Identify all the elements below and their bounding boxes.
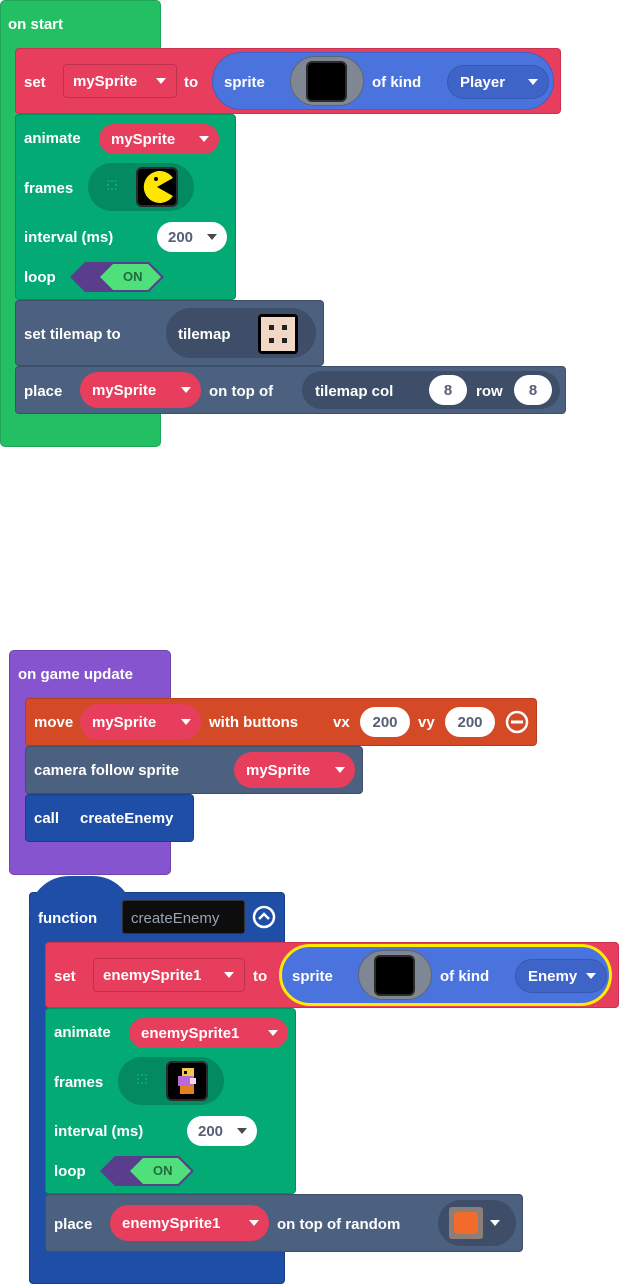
expand-icon: [137, 1074, 147, 1084]
vy-label: vy: [418, 714, 435, 731]
variable-dropdown-value: mySprite: [246, 761, 311, 779]
to-label: to: [253, 968, 268, 985]
on-top-of-label: on top of: [209, 383, 274, 400]
animate-label: animate: [24, 130, 81, 147]
kind-dropdown-value: Enemy: [528, 967, 578, 985]
animate-label: animate: [54, 1024, 111, 1041]
frames-label: frames: [24, 180, 74, 197]
with-buttons-label: with buttons: [209, 714, 299, 731]
variable-dropdown-value: mySprite: [92, 713, 157, 731]
chevron-down-icon: [156, 78, 166, 84]
tilemap-icon: [258, 314, 298, 354]
sprite-image-blank: [306, 61, 347, 102]
chevron-down-icon: [199, 136, 209, 142]
chevron-down-icon: [249, 1220, 259, 1226]
loop-toggle[interactable]: [70, 262, 164, 292]
on-top-of-random-label: on top of random: [277, 1216, 401, 1233]
chevron-down-icon: [207, 234, 217, 240]
variable-dropdown-enemysprite1[interactable]: enemySprite1: [93, 958, 245, 992]
kind-dropdown-enemy[interactable]: Enemy: [515, 959, 607, 993]
function-label: function: [38, 910, 98, 927]
place-label: place: [24, 383, 63, 400]
loop-toggle-value: ON: [153, 1163, 173, 1178]
kind-dropdown-value: Player: [460, 73, 506, 91]
call-function-name: createEnemy: [80, 810, 174, 827]
enemy-animation-frame: [166, 1061, 208, 1101]
chevron-down-icon: [268, 1030, 278, 1036]
variable-dropdown-value: mySprite: [92, 381, 157, 399]
move-label: move: [34, 714, 74, 731]
set-tilemap-label: set tilemap to: [24, 326, 121, 343]
pacman-icon: [143, 171, 173, 203]
variable-dropdown-enemysprite1[interactable]: enemySprite1: [129, 1018, 288, 1048]
remove-circle-icon[interactable]: [505, 710, 529, 734]
loop-label: loop: [54, 1163, 86, 1180]
row-input[interactable]: 8: [514, 375, 552, 405]
variable-dropdown-mysprite[interactable]: mySprite: [80, 372, 201, 408]
chevron-down-icon: [181, 719, 191, 725]
of-kind-label: of kind: [440, 968, 490, 985]
to-label: to: [184, 74, 199, 91]
interval-dropdown[interactable]: 200: [187, 1116, 257, 1146]
variable-dropdown-mysprite[interactable]: mySprite: [63, 64, 177, 98]
on-start-label: on start: [8, 16, 64, 33]
chevron-down-icon: [181, 387, 191, 393]
set-label: set: [54, 968, 76, 985]
interval-value: 200: [168, 228, 194, 246]
col-input[interactable]: 8: [429, 375, 467, 405]
row-label: row: [476, 383, 503, 400]
sprite-image-blank: [374, 955, 415, 996]
chevron-down-icon: [490, 1220, 500, 1226]
call-label: call: [34, 810, 60, 827]
of-kind-label: of kind: [372, 74, 422, 91]
tilemap-col-label: tilemap col: [315, 383, 394, 400]
place-label: place: [54, 1216, 93, 1233]
monster-icon: [178, 1068, 196, 1094]
interval-label: interval (ms): [24, 229, 114, 246]
chevron-down-icon: [528, 79, 538, 85]
loop-label: loop: [24, 269, 56, 286]
variable-dropdown-value: mySprite: [73, 72, 138, 90]
vx-label: vx: [333, 714, 350, 731]
variable-dropdown-mysprite[interactable]: mySprite: [234, 752, 355, 788]
variable-dropdown-mysprite[interactable]: mySprite: [80, 704, 201, 740]
vx-input[interactable]: 200: [360, 707, 410, 737]
chevron-down-icon: [237, 1128, 247, 1134]
interval-value: 200: [198, 1122, 224, 1140]
kind-dropdown-player[interactable]: Player: [447, 65, 549, 99]
variable-dropdown-value: mySprite: [111, 130, 176, 148]
pacman-animation-frame: [136, 167, 178, 207]
sprite-label: sprite: [224, 74, 265, 91]
variable-dropdown-enemysprite1[interactable]: enemySprite1: [110, 1205, 269, 1241]
variable-dropdown-value: enemySprite1: [122, 1214, 221, 1232]
on-game-update-label: on game update: [18, 666, 134, 683]
loop-toggle[interactable]: [100, 1156, 194, 1186]
variable-dropdown-value: enemySprite1: [103, 966, 202, 984]
variable-dropdown-mysprite[interactable]: mySprite: [99, 124, 219, 154]
sprite-label: sprite: [292, 968, 333, 985]
chevron-down-icon: [224, 972, 234, 978]
chevron-down-icon: [586, 973, 596, 979]
vy-input[interactable]: 200: [445, 707, 495, 737]
chevron-down-icon: [335, 767, 345, 773]
camera-follow-label: camera follow sprite: [34, 762, 180, 779]
collapse-chevron-up-icon[interactable]: [252, 905, 276, 929]
frames-label: frames: [54, 1074, 104, 1091]
loop-toggle-value: ON: [123, 269, 143, 284]
tile-image: [449, 1207, 483, 1239]
set-label: set: [24, 74, 46, 91]
variable-dropdown-value: enemySprite1: [141, 1024, 240, 1042]
function-name: createEnemy: [131, 910, 220, 927]
interval-dropdown[interactable]: 200: [157, 222, 227, 252]
expand-icon: [107, 180, 117, 190]
interval-label: interval (ms): [54, 1123, 144, 1140]
tilemap-label: tilemap: [178, 326, 231, 343]
